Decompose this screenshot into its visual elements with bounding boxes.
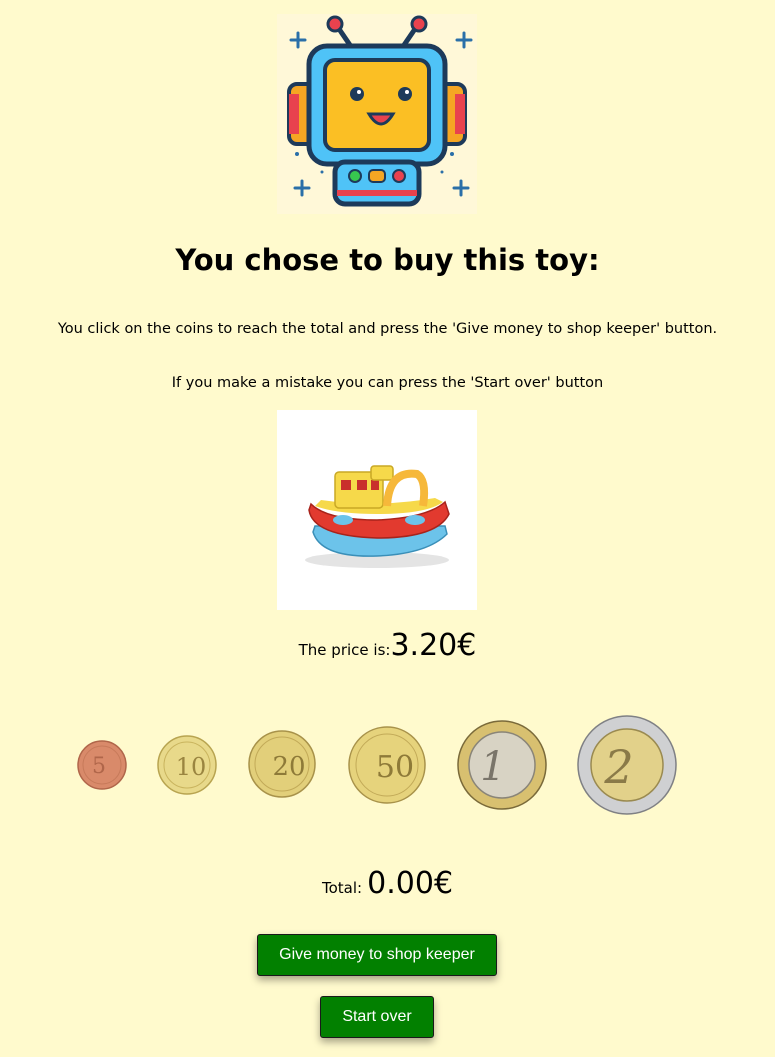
instruction-coins: You click on the coins to reach the tota… — [57, 321, 718, 337]
svg-text:1: 1 — [480, 744, 505, 790]
coin-1-euro[interactable]: 1 — [457, 720, 547, 810]
svg-text:2: 2 — [603, 740, 633, 794]
svg-text:5: 5 — [92, 754, 106, 779]
price-display: The price is:3.20€ — [0, 628, 775, 663]
svg-text:50: 50 — [376, 750, 414, 785]
start-over-button[interactable]: Start over — [320, 996, 434, 1038]
coin-2-euro[interactable]: 2 — [577, 715, 677, 815]
svg-text:20: 20 — [272, 752, 305, 782]
instruction-start-over: If you make a mistake you can press the … — [171, 375, 604, 391]
coin-5-cent[interactable]: 5 — [77, 740, 127, 790]
total-display: Total: 0.00€ — [0, 866, 775, 901]
total-value: 0.00€ — [367, 866, 454, 901]
svg-text:10: 10 — [176, 753, 207, 781]
total-label: Total: — [321, 879, 363, 897]
price-label: The price is: — [298, 641, 391, 659]
robot-logo — [277, 14, 477, 214]
price-value: 3.20€ — [390, 628, 477, 663]
coin-20-cent[interactable]: 20 — [247, 729, 317, 799]
coin-10-cent[interactable]: 10 — [157, 735, 217, 795]
give-money-button[interactable]: Give money to shop keeper — [257, 934, 497, 976]
toy-boat-image — [277, 410, 477, 610]
coin-50-cent[interactable]: 50 — [347, 725, 427, 805]
page-heading: You chose to buy this toy: — [175, 243, 600, 277]
